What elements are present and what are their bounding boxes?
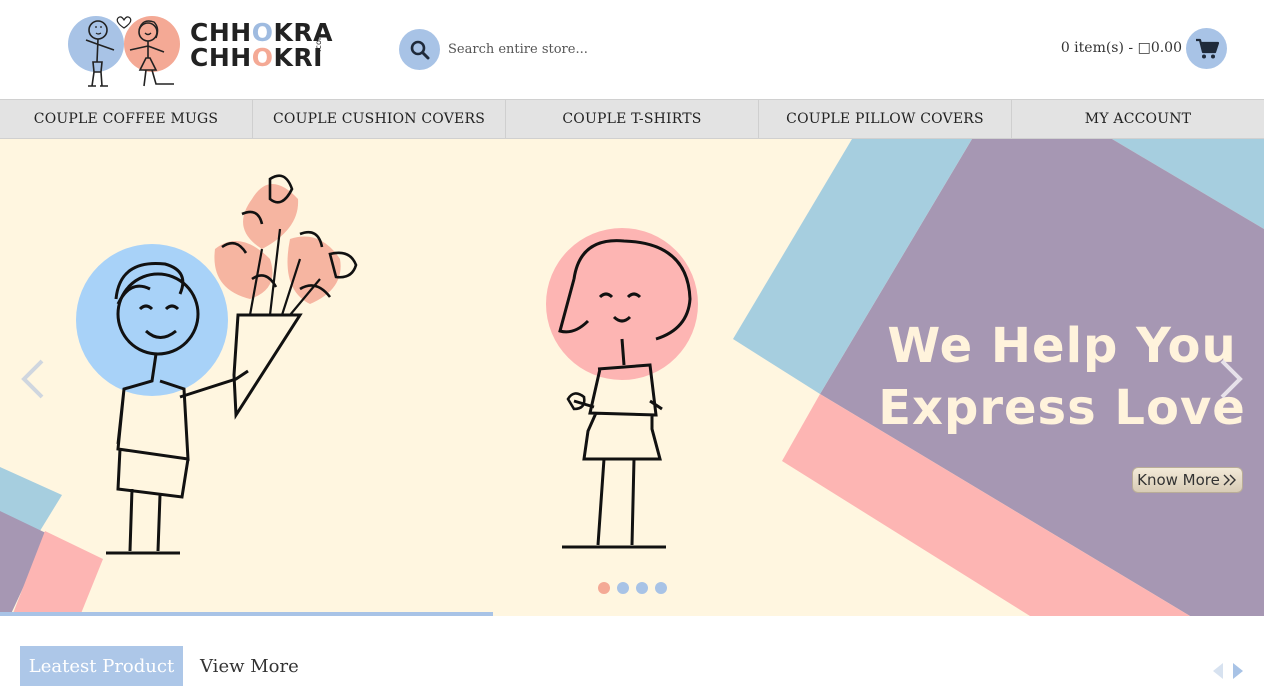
nav-item-t-shirts[interactable]: COUPLE T-SHIRTS <box>506 100 759 138</box>
triangle-right-icon <box>1233 663 1243 679</box>
slide-dots <box>598 582 667 594</box>
product-prev-button[interactable] <box>1212 662 1224 680</box>
logo-line1: CHHOKRA <box>190 18 333 47</box>
banner-headline: We Help You Express Love <box>870 315 1254 439</box>
cart-button[interactable] <box>1186 28 1227 69</box>
site-header: CHHOKRA CHHOKRI .com 0 item(s) - □0.00 <box>0 0 1264 99</box>
search-icon <box>410 40 429 59</box>
hero-banner[interactable]: We Help You Express Love Know More <box>0 139 1264 616</box>
banner-next-button[interactable] <box>1216 357 1246 401</box>
logo-line2: CHHOKRI <box>190 43 323 72</box>
double-chevron-right-icon <box>1223 474 1236 486</box>
nav-item-coffee-mugs[interactable]: COUPLE COFFEE MUGS <box>0 100 253 138</box>
banner-prev-button[interactable] <box>18 357 48 401</box>
know-more-label: Know More <box>1137 471 1220 489</box>
product-next-button[interactable] <box>1232 662 1244 680</box>
nav-item-cushion-covers[interactable]: COUPLE CUSHION COVERS <box>253 100 506 138</box>
view-more-link[interactable]: View More <box>200 656 299 677</box>
headline-line2: Express Love <box>878 380 1246 436</box>
cart-summary[interactable]: 0 item(s) - □0.00 <box>1060 40 1182 56</box>
slide-dot-3[interactable] <box>636 582 648 594</box>
logo-wordmark: CHHOKRA CHHOKRI <box>190 20 333 70</box>
main-nav: COUPLE COFFEE MUGS COUPLE CUSHION COVERS… <box>0 99 1264 139</box>
headline-line1: We Help You <box>887 318 1237 374</box>
tab-latest-product[interactable]: Leatest Product <box>20 646 183 686</box>
chevron-right-icon <box>1220 359 1243 399</box>
nav-item-pillow-covers[interactable]: COUPLE PILLOW COVERS <box>759 100 1012 138</box>
nav-item-my-account[interactable]: MY ACCOUNT <box>1012 100 1264 138</box>
know-more-button[interactable]: Know More <box>1132 467 1243 493</box>
girl-figure <box>546 228 698 549</box>
logo-suffix: .com <box>314 32 323 52</box>
boy-figure <box>76 174 358 555</box>
search-button[interactable] <box>399 29 440 70</box>
couple-logo-icon <box>68 16 180 87</box>
slide-dot-4[interactable] <box>655 582 667 594</box>
search-input[interactable] <box>448 36 748 62</box>
site-logo[interactable]: CHHOKRA CHHOKRI .com <box>66 12 332 92</box>
slide-dot-1[interactable] <box>598 582 610 594</box>
triangle-left-icon <box>1213 663 1223 679</box>
slide-dot-2[interactable] <box>617 582 629 594</box>
cart-icon <box>1195 38 1219 58</box>
slide-progress-bar <box>0 612 493 616</box>
chevron-left-icon <box>21 359 44 399</box>
